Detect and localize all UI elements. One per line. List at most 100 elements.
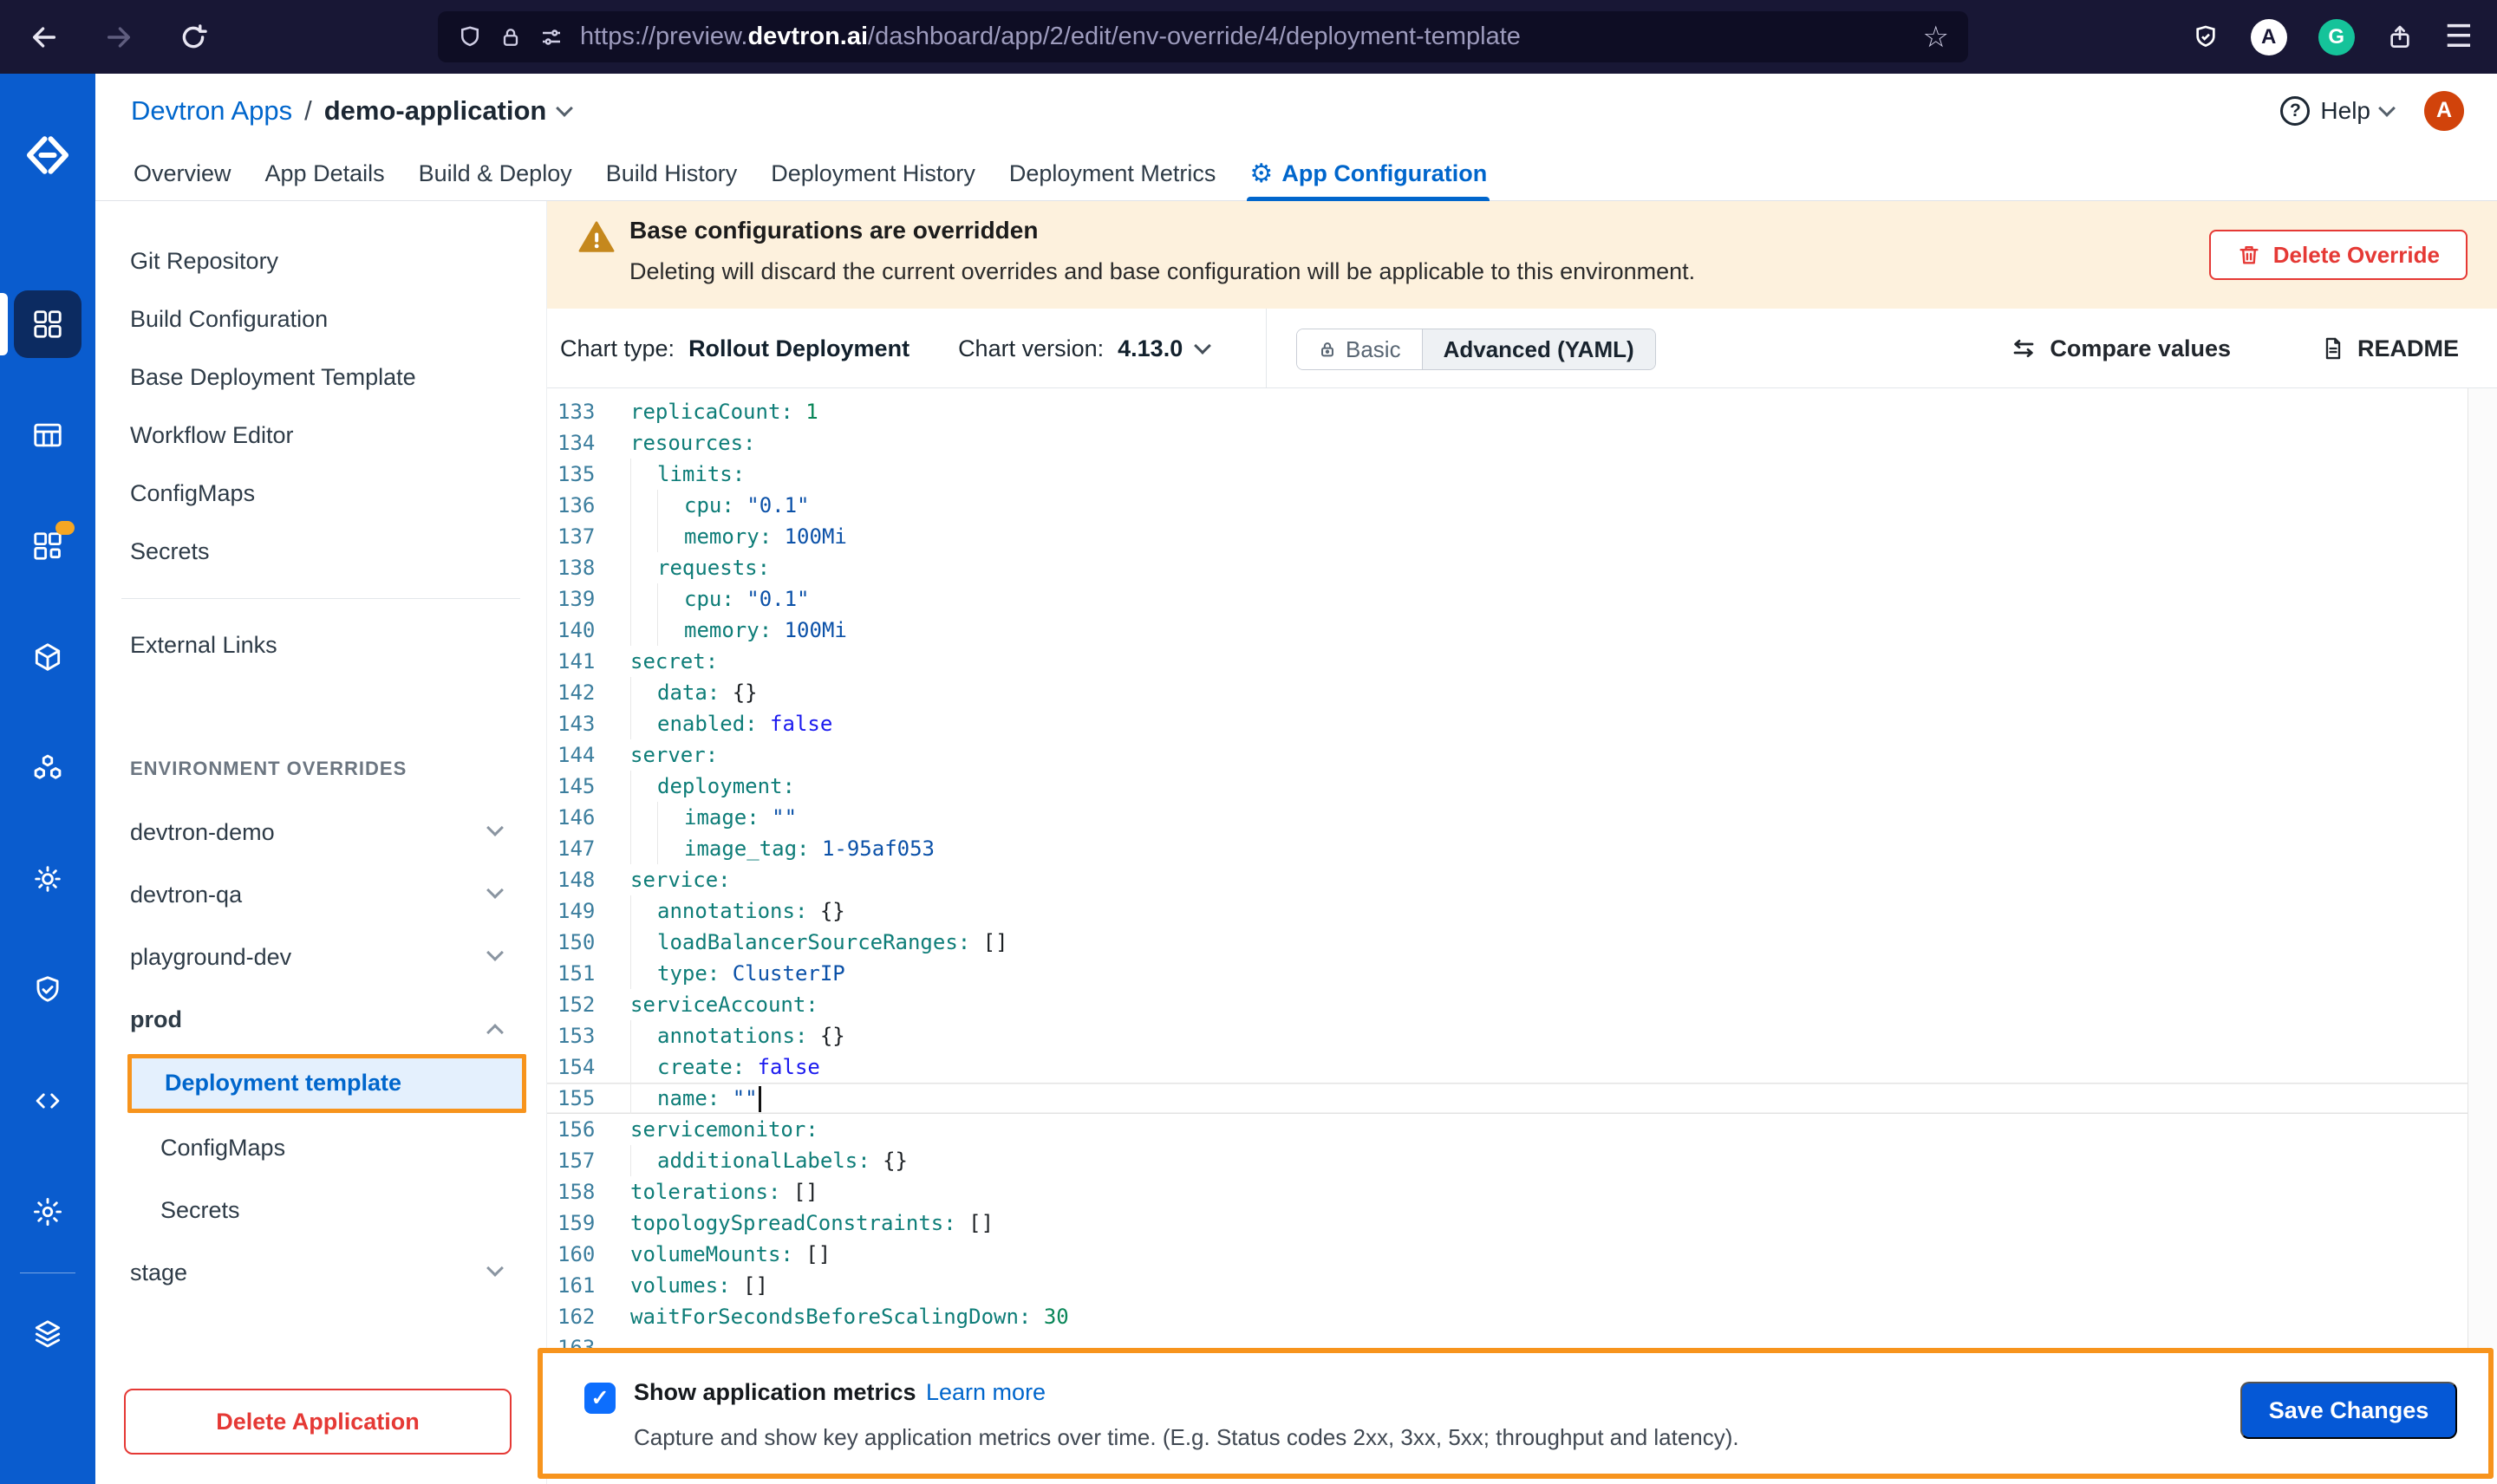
code-line[interactable]: 152 serviceAccount: (547, 989, 2497, 1020)
user-avatar[interactable]: A (2424, 90, 2464, 131)
address-bar[interactable]: https://preview.devtron.ai/dashboard/app… (438, 11, 1968, 62)
code-line[interactable]: 158 tolerations: [] (547, 1176, 2497, 1207)
grammarly-icon[interactable]: G (2318, 18, 2355, 55)
show-metrics-label[interactable]: Show application metrics (634, 1379, 916, 1406)
code-line[interactable]: 144 server: (547, 739, 2497, 771)
code-line[interactable]: 154 create: false (547, 1051, 2497, 1083)
code-line[interactable]: 148 service: (547, 864, 2497, 895)
rail-item-security[interactable] (0, 934, 95, 1045)
tab-build-deploy[interactable]: Build & Deploy (416, 147, 575, 201)
browser-back-icon[interactable] (29, 23, 59, 52)
code-line[interactable]: 157 additionalLabels: {} (547, 1145, 2497, 1176)
chart-version-chevron-icon[interactable] (1194, 337, 1212, 355)
bookmark-star-icon[interactable]: ☆ (1923, 23, 1949, 52)
code-line[interactable]: 133 replicaCount: 1 (547, 396, 2497, 427)
code-line[interactable]: 151 type: ClusterIP (547, 958, 2497, 989)
rail-item-stack-manager[interactable] (0, 1279, 95, 1390)
url-text[interactable]: https://preview.devtron.ai/dashboard/app… (580, 23, 1907, 51)
rail-item-applications[interactable] (0, 269, 95, 380)
sidebar-item-secrets[interactable]: Secrets (95, 523, 546, 581)
rail-item-clusters[interactable] (0, 713, 95, 823)
browser-forward-icon[interactable] (104, 23, 134, 52)
code-line[interactable]: 139 cpu: "0.1" (547, 583, 2497, 615)
menu-icon[interactable]: ☰ (2445, 19, 2473, 55)
devtron-logo-icon[interactable] (23, 134, 72, 176)
rail-item-bulk-edit[interactable] (0, 823, 95, 934)
sidebar-item-build-configuration[interactable]: Build Configuration (95, 290, 546, 348)
sidebar-item-configmaps[interactable]: ConfigMaps (95, 465, 546, 523)
tab-deployment-history[interactable]: Deployment History (768, 147, 978, 201)
env-child-secrets[interactable]: Secrets (95, 1179, 546, 1241)
code-line[interactable]: 155 name: "" (547, 1083, 2497, 1114)
tab-label: Overview (134, 160, 231, 186)
advanced-yaml-tab[interactable]: Advanced (YAML) (1421, 329, 1655, 369)
delete-override-button[interactable]: Delete Override (2208, 230, 2468, 280)
env-item-devtron-qa[interactable]: devtron-qa (95, 863, 546, 926)
code-line[interactable]: 135 limits: (547, 459, 2497, 490)
sidebar-item-base-deployment-template[interactable]: Base Deployment Template (95, 348, 546, 407)
code-line[interactable]: 141 secret: (547, 646, 2497, 677)
tab-build-history[interactable]: Build History (603, 147, 740, 201)
rail-item-resource-browser[interactable] (0, 1045, 95, 1156)
delete-application-button[interactable]: Delete Application (124, 1389, 512, 1455)
code-line[interactable]: 160 volumeMounts: [] (547, 1239, 2497, 1270)
env-item-stage[interactable]: stage (95, 1241, 546, 1304)
line-number: 133 (557, 400, 596, 424)
code-line[interactable]: 149 annotations: {} (547, 895, 2497, 927)
code-line[interactable]: 153 annotations: {} (547, 1020, 2497, 1051)
sidebar-item-workflow-editor[interactable]: Workflow Editor (95, 407, 546, 465)
code-line[interactable]: 142 data: {} (547, 677, 2497, 708)
code-line[interactable]: 136 cpu: "0.1" (547, 490, 2497, 521)
code-line[interactable]: 140 memory: 100Mi (547, 615, 2497, 646)
readme-button[interactable]: README (2321, 335, 2459, 362)
chart-version-value[interactable]: 4.13.0 (1118, 335, 1183, 362)
breadcrumb: Devtron Apps / demo-application (131, 74, 574, 147)
tab-app-configuration[interactable]: ⚙ App Configuration (1247, 147, 1490, 202)
breadcrumb-root-link[interactable]: Devtron Apps (131, 95, 292, 127)
browser-reload-icon[interactable] (179, 23, 208, 52)
tab-overview[interactable]: Overview (131, 147, 234, 201)
profile-a-icon[interactable]: A (2250, 18, 2287, 55)
help-menu[interactable]: ? Help (2280, 95, 2396, 126)
yaml-editor[interactable]: 133 replicaCount: 1 134 resources: 135 limits… (547, 388, 2497, 1350)
sidebar-item-git-repository[interactable]: Git Repository (95, 232, 546, 290)
code-line[interactable]: 150 loadBalancerSourceRanges: [] (547, 927, 2497, 958)
rail-item-global-config[interactable] (0, 1156, 95, 1267)
code-line[interactable]: 138 requests: (547, 552, 2497, 583)
code-line[interactable]: 156 servicemonitor: (547, 1114, 2497, 1145)
env-item-prod[interactable]: prod (95, 988, 546, 1051)
compare-values-button[interactable]: Compare values (2010, 335, 2231, 362)
app-groups-icon (14, 401, 81, 469)
env-child-configmaps[interactable]: ConfigMaps (95, 1116, 546, 1179)
share-icon[interactable] (2386, 23, 2414, 51)
env-child-deployment-template[interactable]: Deployment template (127, 1054, 526, 1113)
basic-mode-tab[interactable]: Basic (1297, 329, 1422, 369)
code-line[interactable]: 159 topologySpreadConstraints: [] (547, 1207, 2497, 1239)
code-line[interactable]: 134 resources: (547, 427, 2497, 459)
env-item-devtron-demo[interactable]: devtron-demo (95, 801, 546, 863)
code-line[interactable]: 145 deployment: (547, 771, 2497, 802)
code-line[interactable]: 161 volumes: [] (547, 1270, 2497, 1301)
code-line[interactable]: 143 enabled: false (547, 708, 2497, 739)
code-line[interactable]: 146 image: "" (547, 802, 2497, 833)
permissions-icon[interactable] (538, 24, 564, 50)
tracking-shield-icon[interactable] (457, 24, 483, 50)
code-text: limits: (630, 459, 745, 490)
rail-item-app-groups[interactable] (0, 380, 95, 491)
rail-item-packages[interactable] (0, 602, 95, 713)
app-switcher-chevron-icon[interactable] (556, 99, 574, 117)
extension-shield-icon[interactable] (2192, 23, 2220, 51)
code-line[interactable]: 147 image_tag: 1-95af053 (547, 833, 2497, 864)
rail-item-chart-store[interactable] (0, 491, 95, 602)
lock-icon[interactable] (499, 25, 523, 49)
tab-deployment-metrics[interactable]: Deployment Metrics (1007, 147, 1219, 201)
show-metrics-checkbox[interactable]: ✓ (584, 1383, 616, 1414)
code-line[interactable]: 163 (547, 1332, 2497, 1350)
learn-more-link[interactable]: Learn more (926, 1379, 1046, 1406)
code-line[interactable]: 162 waitForSecondsBeforeScalingDown: 30 (547, 1301, 2497, 1332)
sidebar-item-external-links[interactable]: External Links (95, 616, 546, 674)
save-changes-button[interactable]: Save Changes (2240, 1382, 2457, 1439)
code-line[interactable]: 137 memory: 100Mi (547, 521, 2497, 552)
env-item-playground-dev[interactable]: playground-dev (95, 926, 546, 988)
tab-app-details[interactable]: App Details (263, 147, 388, 201)
